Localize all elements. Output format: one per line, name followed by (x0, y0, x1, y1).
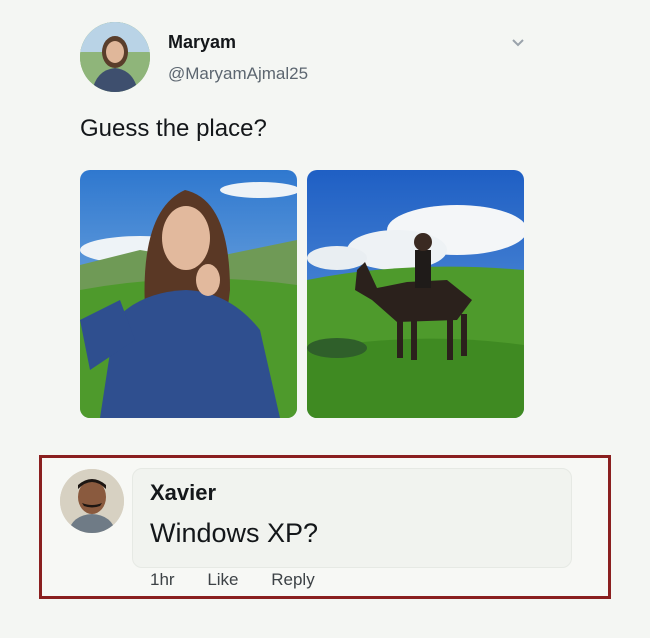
avatar[interactable] (80, 22, 150, 92)
tweet-photo-horse[interactable] (307, 170, 524, 418)
display-name[interactable]: Maryam (168, 32, 236, 53)
tweet-header: Maryam @MaryamAjmal25 (80, 20, 530, 92)
chevron-down-icon[interactable] (510, 34, 526, 50)
reply-button[interactable]: Reply (271, 570, 314, 589)
tweet-text: Guess the place? (80, 115, 267, 142)
like-button[interactable]: Like (207, 570, 238, 589)
avatar-photo (80, 22, 150, 92)
handle[interactable]: @MaryamAjmal25 (168, 64, 308, 84)
comment-text: Windows XP? (150, 518, 319, 548)
commenter-photo (60, 469, 124, 533)
comment-meta: 1hr Like Reply (150, 570, 343, 590)
tweet-photo-selfie[interactable] (80, 170, 297, 418)
commenter-name[interactable]: Xavier (150, 480, 216, 506)
comment-timestamp: 1hr (150, 570, 175, 589)
comment-card: Xavier Windows XP? 1hr Like Reply (39, 455, 611, 599)
commenter-avatar[interactable] (60, 469, 124, 533)
